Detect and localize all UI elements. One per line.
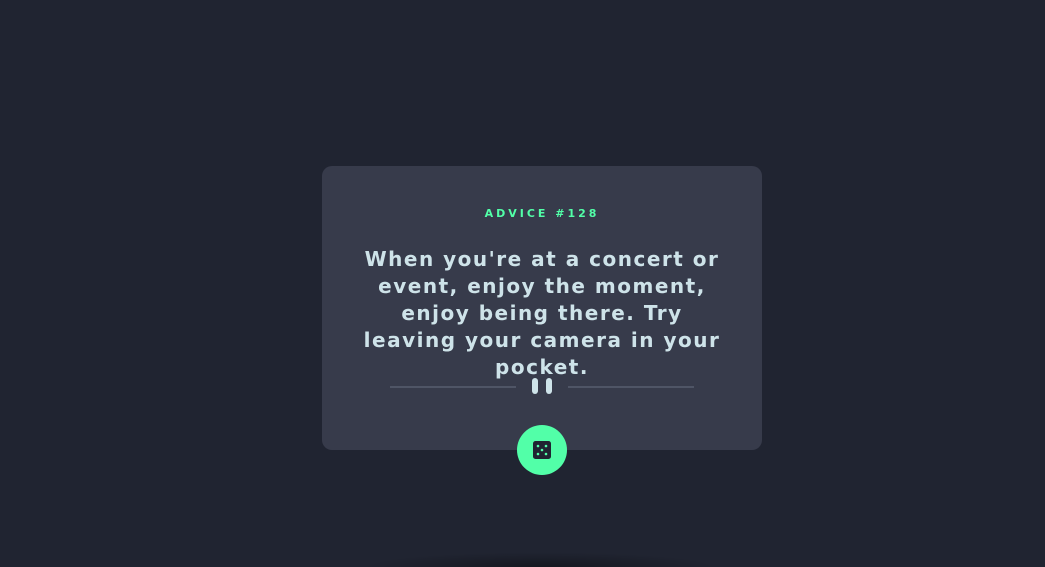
divider <box>390 376 694 396</box>
advice-quote: When you're at a concert or event, enjoy… <box>363 247 721 379</box>
divider-line-right <box>568 386 694 388</box>
divider-line-left <box>390 386 516 388</box>
dice-icon <box>533 441 551 459</box>
page: ADVICE #128 When you're at a concert or … <box>0 0 1045 567</box>
advice-id-label: ADVICE #128 <box>484 207 600 220</box>
pause-bar-right <box>546 378 552 394</box>
pause-icon <box>532 378 554 394</box>
advice-card: ADVICE #128 When you're at a concert or … <box>322 166 762 450</box>
new-advice-button[interactable] <box>517 425 567 475</box>
bottom-shadow <box>360 552 720 567</box>
pause-bar-left <box>532 378 538 394</box>
